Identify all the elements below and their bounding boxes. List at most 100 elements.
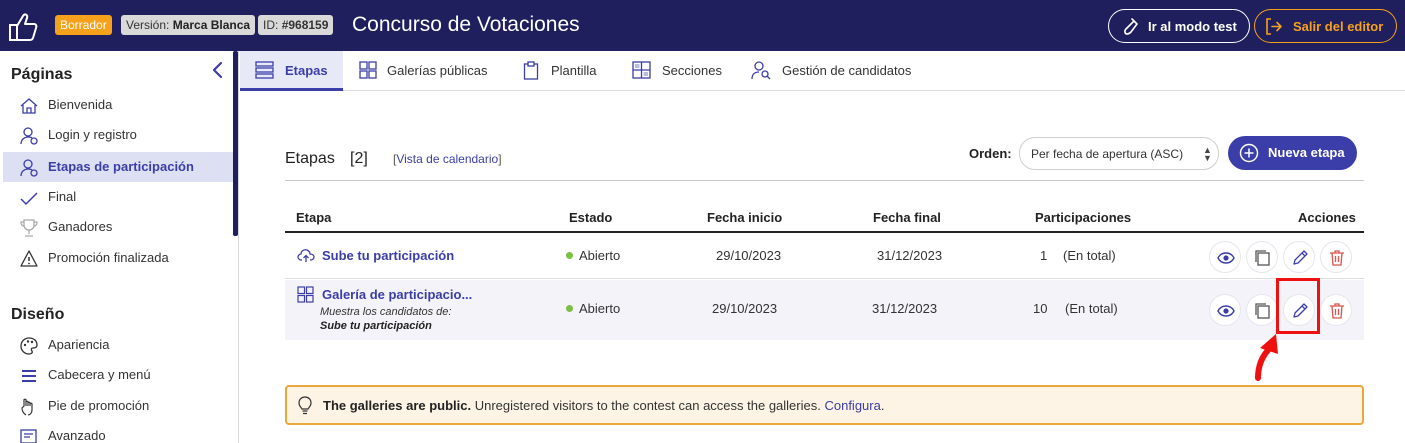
sidebar-item-label: Login y registro: [48, 127, 137, 142]
order-select-value: Per fecha de apertura (ASC): [1031, 147, 1184, 161]
list-icon: [255, 61, 274, 79]
end-date: 31/12/2023: [872, 301, 938, 316]
tab-label: Plantilla: [551, 63, 597, 78]
start-date: 29/10/2023: [712, 301, 778, 316]
test-mode-label: Ir al modo test: [1148, 19, 1237, 34]
pencil-icon: [1293, 250, 1308, 265]
participations-note: (En total): [1063, 248, 1116, 263]
gallery-source-value: Sube tu participación: [320, 320, 432, 332]
column-header-acciones: Acciones: [1298, 210, 1356, 225]
check-icon: [20, 192, 38, 206]
top-bar: Borrador Versión: Marca Blanca ID: #9681…: [0, 0, 1405, 51]
order-select[interactable]: Per fecha de apertura (ASC) ▲ ▼: [1019, 137, 1219, 170]
annotation-highlight-box: [1276, 278, 1320, 334]
sidebar-item-label: Ganadores: [48, 219, 113, 234]
trash-icon: [1330, 250, 1344, 266]
table-row: Sube tu participación Abierto 29/10/2023…: [285, 233, 1364, 279]
test-mode-button[interactable]: Ir al modo test: [1108, 9, 1250, 43]
delete-button[interactable]: [1320, 294, 1352, 326]
user-icon: [20, 127, 38, 145]
tab-galerias-publicas[interactable]: Galerías públicas: [343, 51, 503, 91]
lightbulb-icon: [298, 396, 312, 415]
trophy-icon: [20, 219, 38, 237]
participations-count: 10: [1033, 301, 1048, 316]
copy-icon: [1255, 303, 1270, 319]
duplicate-button[interactable]: [1246, 294, 1278, 326]
clipboard-icon: [523, 61, 539, 80]
trash-icon: [1330, 303, 1344, 319]
version-label: Versión:: [126, 18, 170, 32]
tab-secciones[interactable]: Secciones: [613, 51, 731, 91]
section-title: Etapas: [285, 150, 335, 167]
sidebar-item-avanzado[interactable]: Avanzado: [3, 421, 233, 443]
sidebar-item-label: Apariencia: [48, 337, 110, 352]
edit-button[interactable]: [1283, 241, 1315, 273]
new-stage-button[interactable]: Nueva etapa: [1228, 136, 1357, 170]
tab-bar: Etapas Galerías públicas Plantilla Secci…: [240, 51, 1405, 91]
sidebar-item-promocion-finalizada[interactable]: Promoción finalizada: [3, 243, 233, 273]
sidebar-item-label: Etapas de participación: [48, 159, 194, 174]
column-header-fecha-inicio: Fecha inicio: [707, 210, 783, 225]
sidebar-item-label: Avanzado: [48, 428, 106, 443]
annotation-arrow-icon: [1255, 334, 1278, 381]
table-row: Galería de participacio... Muestra los c…: [285, 280, 1364, 340]
tab-label: Secciones: [662, 63, 722, 78]
eye-icon: [1217, 305, 1235, 317]
exit-editor-button[interactable]: Salir del editor: [1254, 9, 1397, 43]
tab-gestion-candidatos[interactable]: Gestión de candidatos: [731, 51, 941, 91]
configure-link[interactable]: Configura: [824, 398, 880, 413]
flask-icon: [1124, 18, 1138, 35]
participations-count: 1: [1040, 248, 1048, 263]
bracket-close: ]: [498, 152, 502, 166]
copy-icon: [1255, 250, 1270, 266]
view-button[interactable]: [1209, 294, 1241, 326]
view-button[interactable]: [1209, 241, 1241, 273]
design-section-title: Diseño: [11, 306, 65, 323]
start-date: 29/10/2023: [716, 248, 782, 263]
menu-icon: [22, 370, 36, 382]
sidebar-item-label: Cabecera y menú: [48, 367, 151, 382]
exit-editor-label: Salir del editor: [1293, 19, 1384, 34]
sidebar-item-label: Final: [48, 189, 77, 204]
id-badge: ID: #968159: [258, 15, 334, 35]
gallery-grid-icon: [297, 286, 314, 303]
gallery-source-label: Muestra los candidatos de:: [320, 306, 452, 318]
tab-label: Gestión de candidatos: [782, 63, 912, 78]
sidebar: Páginas Bienvenida Login y registro Etap…: [0, 51, 239, 443]
user-search-icon: [751, 61, 771, 80]
stage-name-link[interactable]: Galería de participacio...: [322, 287, 472, 302]
sidebar-item-cabecera[interactable]: Cabecera y menú: [3, 360, 233, 390]
sidebar-item-login[interactable]: Login y registro: [3, 120, 233, 150]
duplicate-button[interactable]: [1246, 241, 1278, 273]
divider: [285, 180, 1364, 181]
notice-bold: The galleries are public.: [323, 398, 472, 413]
cloud-upload-icon: [297, 249, 315, 262]
sidebar-item-final[interactable]: Final: [3, 182, 233, 212]
chevron-left-icon[interactable]: [210, 61, 224, 79]
stage-name-link[interactable]: Sube tu participación: [322, 248, 454, 263]
sidebar-scrollbar[interactable]: [233, 51, 238, 236]
sections-icon: [632, 61, 651, 79]
sidebar-item-pie[interactable]: Pie de promoción: [3, 391, 233, 421]
notice-body: Unregistered visitors to the contest can…: [471, 398, 825, 413]
sidebar-item-etapas[interactable]: Etapas de participación: [3, 152, 233, 182]
tab-plantilla[interactable]: Plantilla: [503, 51, 613, 91]
sidebar-item-apariencia[interactable]: Apariencia: [3, 330, 233, 360]
column-header-etapa: Etapa: [296, 210, 332, 225]
status-text: Abierto: [579, 248, 621, 263]
sidebar-item-ganadores[interactable]: Ganadores: [3, 212, 233, 242]
calendar-view-label: Vista de calendario: [396, 152, 499, 166]
column-header-estado: Estado: [569, 210, 613, 225]
delete-button[interactable]: [1320, 241, 1352, 273]
calendar-view-link[interactable]: [Vista de calendario]: [393, 152, 502, 166]
new-stage-label: Nueva etapa: [1268, 145, 1345, 160]
column-header-participaciones: Participaciones: [1035, 210, 1132, 225]
stage-count: [2]: [350, 150, 368, 167]
tab-etapas[interactable]: Etapas: [240, 51, 343, 91]
palette-icon: [20, 337, 38, 355]
eye-icon: [1217, 252, 1235, 264]
public-gallery-notice: The galleries are public. Unregistered v…: [285, 385, 1364, 425]
sidebar-item-label: Bienvenida: [48, 97, 113, 112]
sidebar-item-bienvenida[interactable]: Bienvenida: [3, 90, 233, 120]
version-value: Marca Blanca: [172, 18, 251, 32]
